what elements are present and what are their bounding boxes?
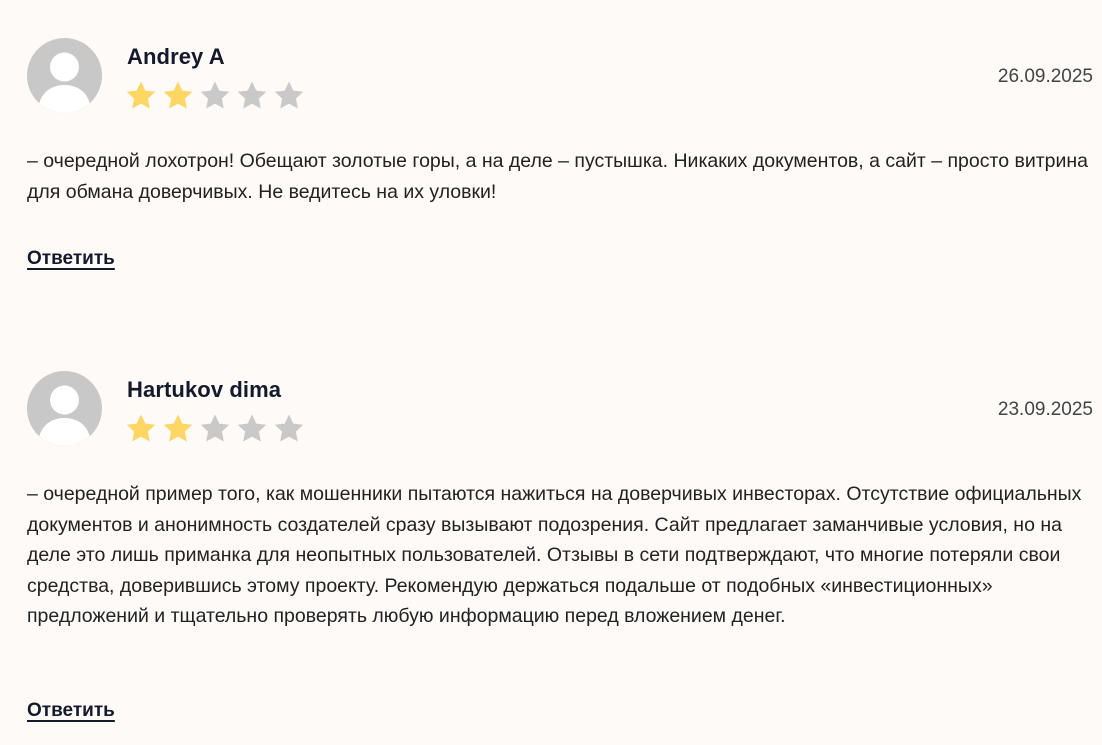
rating-stars [125,413,305,444]
star-empty-icon [200,414,230,442]
review-text: – очередной пример того, как мошенники п… [27,483,1082,627]
review-date: 26.09.2025 [997,66,1093,87]
reply-link[interactable]: Ответить [27,700,115,722]
star-empty-icon [274,414,304,442]
review-author: Andrey A [127,44,225,69]
star-filled-icon [126,81,156,109]
rating-stars [125,80,305,111]
star-empty-icon [237,414,267,442]
star-empty-icon [274,81,304,109]
review-text: – очередной лохотрон! Обещают золотые го… [27,150,1088,203]
avatar-icon [27,38,102,113]
avatar-icon [27,371,102,446]
star-filled-icon [163,81,193,109]
star-filled-icon [163,414,193,442]
reply-link[interactable]: Ответить [27,248,115,270]
star-empty-icon [237,81,267,109]
review-author: Hartukov dima [127,377,282,402]
review-date: 23.09.2025 [997,399,1093,420]
star-empty-icon [200,81,230,109]
star-filled-icon [126,414,156,442]
